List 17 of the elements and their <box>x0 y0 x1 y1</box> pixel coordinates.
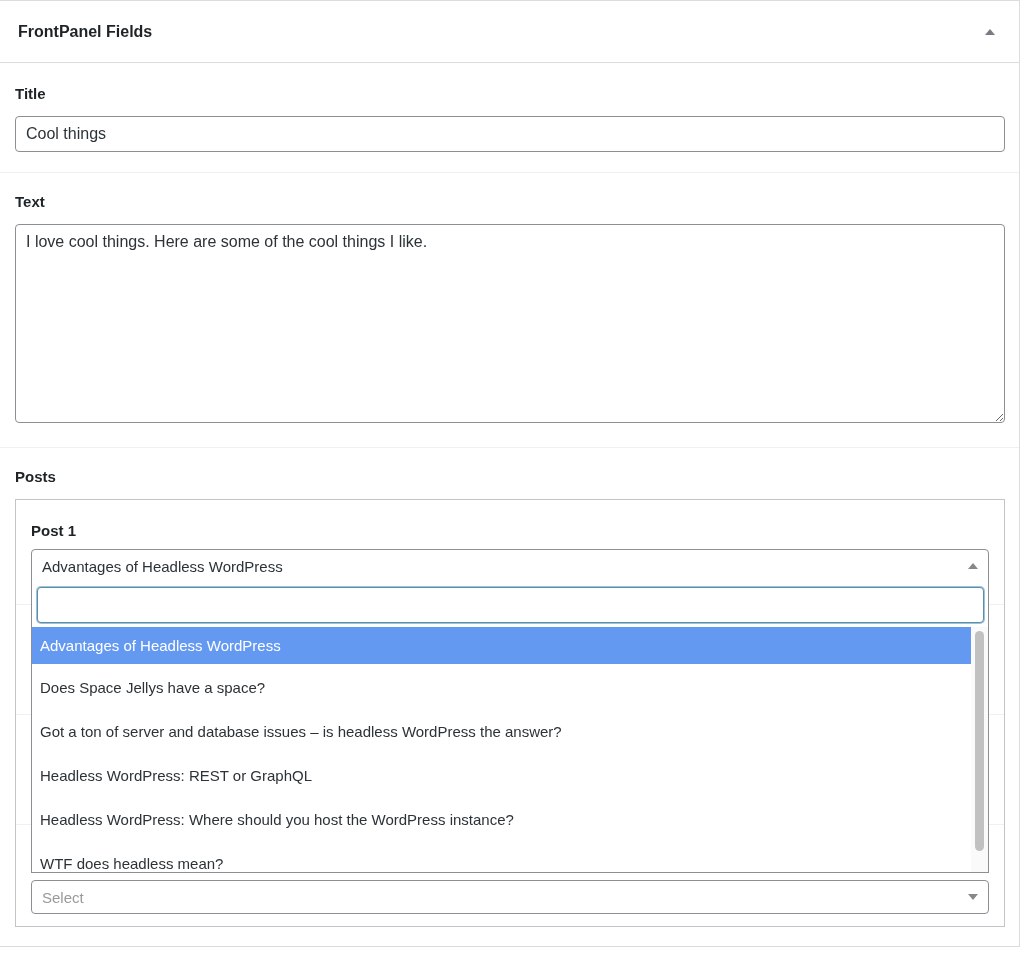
dropdown-option[interactable]: Headless WordPress: REST or GraphQL <box>32 757 971 801</box>
title-input[interactable]: Cool things <box>15 116 1005 152</box>
dropdown-option[interactable]: Headless WordPress: Where should you host the WordPress instance? <box>32 801 971 845</box>
caret-icon <box>968 894 978 900</box>
dropdown-option[interactable]: Got a ton of server and database issues – is headless WordPress the answer? <box>32 713 971 757</box>
text-area[interactable]: I love cool things. Here are some of the cool things I like. <box>15 224 1005 423</box>
caret-icon <box>968 563 978 569</box>
field-label: Title <box>15 85 46 102</box>
panel-title: FrontPanel Fields <box>18 22 153 41</box>
search-input[interactable] <box>37 587 984 623</box>
field-label: Text <box>15 193 45 210</box>
triangle-up-icon <box>985 28 995 35</box>
scrollbar[interactable] <box>971 627 988 872</box>
field-label: Posts <box>15 468 56 485</box>
dropdown-option[interactable]: WTF does headless mean? <box>32 845 971 872</box>
dropdown-option[interactable]: Does Space Jellys have a space? <box>32 669 971 713</box>
field-label: Post 1 <box>31 522 76 539</box>
